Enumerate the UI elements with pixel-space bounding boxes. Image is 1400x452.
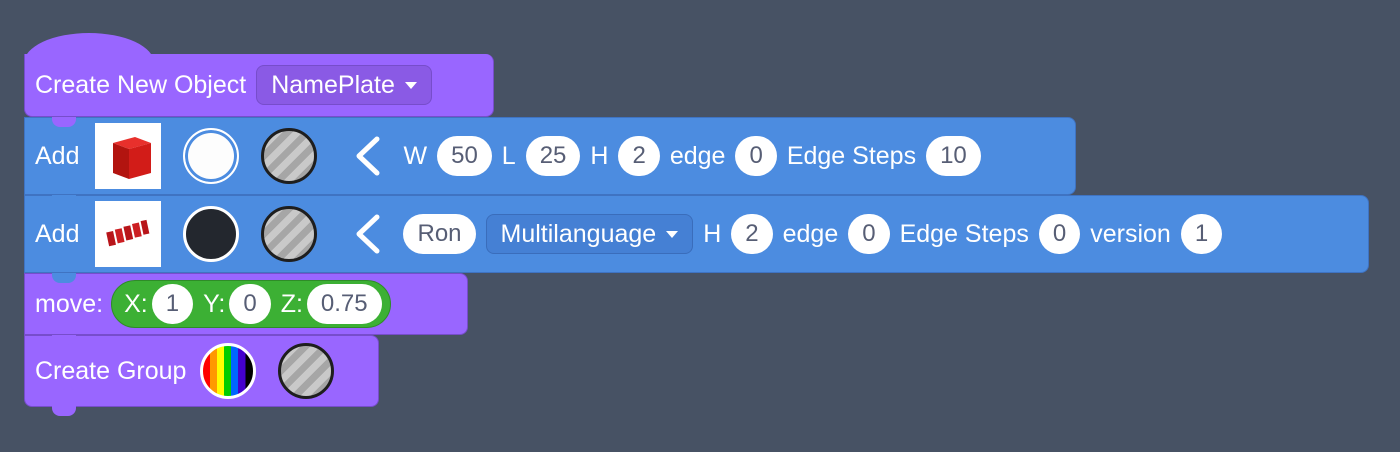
red-cube-icon[interactable] [95, 123, 162, 189]
y-input[interactable]: 0 [229, 284, 271, 324]
color-rainbow-swatch[interactable] [200, 343, 257, 399]
edge-steps-input[interactable]: 10 [926, 136, 981, 176]
text-input[interactable]: Ron [403, 214, 476, 254]
z-label: Z: [280, 289, 303, 318]
texture-swatch[interactable] [261, 206, 318, 262]
edge-steps-label: Edge Steps [899, 219, 1029, 248]
xyz-reporter[interactable]: X: 1 Y: 0 Z: 0.75 [111, 280, 391, 328]
add-label: Add [35, 219, 80, 248]
create-object-label: Create New Object [35, 70, 247, 99]
version-input[interactable]: 1 [1180, 214, 1223, 254]
texture-swatch[interactable] [261, 128, 318, 184]
font-value: Multilanguage [500, 219, 657, 248]
edge-input[interactable]: 0 [735, 136, 777, 176]
length-input[interactable]: 25 [525, 136, 581, 176]
object-name-dropdown[interactable]: NamePlate [256, 65, 432, 105]
edge-steps-input[interactable]: 0 [1038, 214, 1081, 254]
y-label: Y: [203, 289, 226, 318]
version-label: version [1090, 219, 1171, 248]
create-group-block[interactable]: Create Group [24, 335, 379, 407]
height-input[interactable]: 2 [731, 214, 773, 254]
connector-tab [52, 195, 76, 205]
edge-label: edge [782, 219, 839, 248]
add-text-block[interactable]: Add Ron Multilanguage H 2 edge 0 Edge St… [24, 195, 1369, 273]
height-label: H [703, 219, 722, 248]
object-name-value: NamePlate [271, 70, 395, 99]
move-label: move: [35, 289, 104, 318]
chevron-left-icon[interactable] [347, 211, 393, 257]
x-label: X: [124, 289, 148, 318]
height-input[interactable]: 2 [618, 136, 660, 176]
color-white-swatch[interactable] [183, 128, 240, 184]
color-dark-swatch[interactable] [183, 206, 240, 262]
edge-label: edge [669, 141, 726, 170]
chevron-left-icon[interactable] [347, 133, 393, 179]
connector-tab [52, 273, 76, 283]
move-block[interactable]: move: X: 1 Y: 0 Z: 0.75 [24, 273, 468, 335]
connector-tab [52, 117, 76, 127]
height-label: H [590, 141, 609, 170]
length-label: L [501, 141, 516, 170]
texture-swatch[interactable] [278, 343, 335, 399]
x-input[interactable]: 1 [151, 284, 194, 324]
create-group-label: Create Group [35, 356, 187, 385]
add-label: Add [35, 141, 80, 170]
z-input[interactable]: 0.75 [306, 284, 382, 324]
width-label: W [403, 141, 428, 170]
edge-input[interactable]: 0 [848, 214, 890, 254]
connector-tab [52, 335, 76, 345]
add-box-block[interactable]: Add W 50 L 25 H 2 edge 0 Edge Steps 10 [24, 117, 1076, 195]
font-dropdown[interactable]: Multilanguage [485, 214, 694, 254]
edge-steps-label: Edge Steps [786, 141, 917, 170]
create-object-block[interactable]: Create New Object NamePlate [24, 54, 494, 117]
caret-down-icon [666, 230, 679, 238]
connector-tab [52, 406, 76, 416]
red-3d-text-icon[interactable] [95, 201, 162, 267]
caret-down-icon [404, 81, 417, 89]
width-input[interactable]: 50 [437, 136, 492, 176]
